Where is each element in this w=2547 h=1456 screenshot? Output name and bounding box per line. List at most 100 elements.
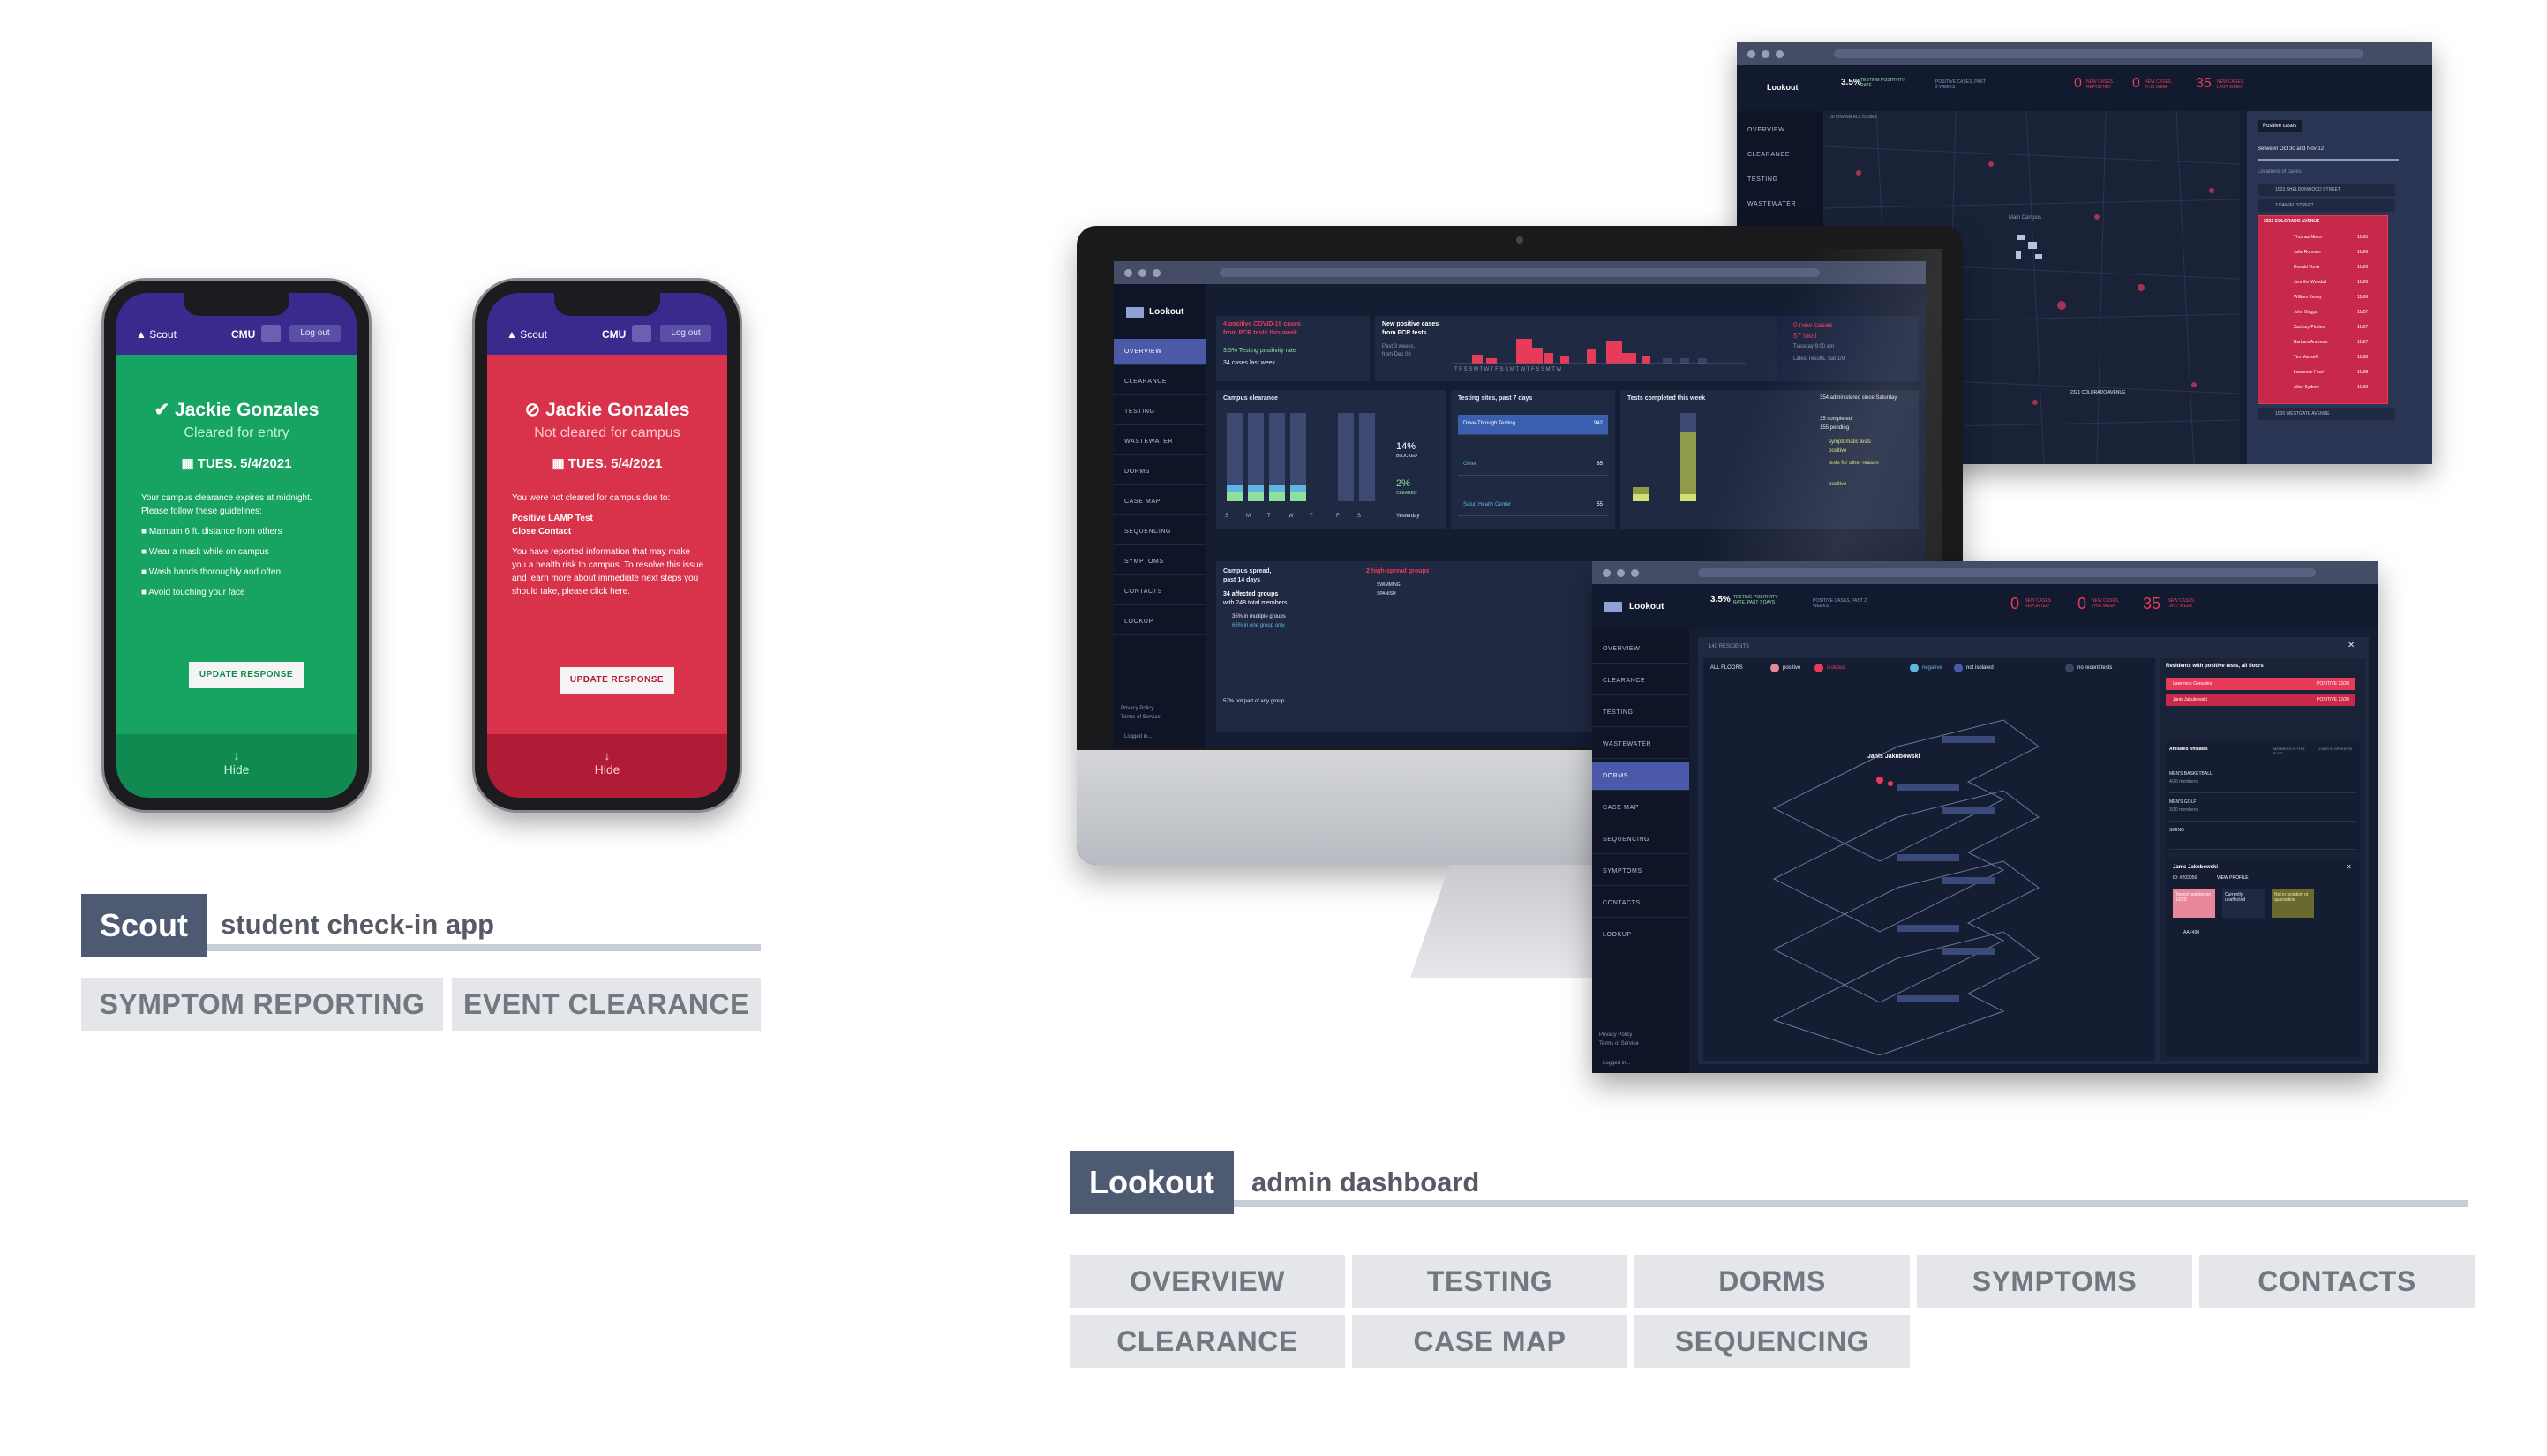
- card-headline: 4 positive COVID-19 cases: [1223, 321, 1301, 327]
- site-row[interactable]: Other 85: [1458, 455, 1608, 476]
- case-person-date: 11/07: [2357, 340, 2369, 345]
- nav-wastewater[interactable]: WASTEWATER: [1114, 429, 1206, 455]
- affiliation-row[interactable]: SKIING: [2169, 824, 2356, 850]
- nav-lookup[interactable]: LOOKUP: [1114, 609, 1206, 635]
- address-bar[interactable]: [1834, 49, 2363, 58]
- close-icon[interactable]: ✕: [2348, 641, 2355, 650]
- case-person-name: Lawrence Fowl: [2294, 370, 2324, 375]
- isometric-floors[interactable]: [1739, 685, 2127, 1055]
- case-person-row[interactable]: Barbara Andrews 11/07: [2258, 335, 2387, 349]
- avatar-icon[interactable]: [632, 325, 651, 342]
- hide-bar[interactable]: ↓ Hide: [487, 734, 727, 798]
- hide-button[interactable]: ↓ Hide: [116, 748, 357, 777]
- legend-item: symptomatic tests: [1829, 439, 1872, 445]
- new-cases-chart-card: New positive cases from PCR tests Past 3…: [1375, 316, 1777, 381]
- address-bar[interactable]: [1220, 268, 1820, 277]
- total-cases: 57 total: [1793, 332, 1817, 340]
- counter-label: NEW CASES REPORTED: [2025, 598, 2052, 609]
- nav-sequencing[interactable]: SEQUENCING: [1114, 519, 1206, 545]
- nav-contacts[interactable]: CONTACTS: [1592, 889, 1689, 918]
- logout-button[interactable]: Log out: [289, 325, 341, 342]
- high-spread-group[interactable]: SPANISH: [1377, 591, 1396, 597]
- logout-button[interactable]: Log out: [660, 325, 711, 342]
- close-icon[interactable]: ✕: [2346, 863, 2352, 871]
- case-person-row[interactable]: Thomas Nixon 11/05: [2258, 230, 2387, 244]
- case-person-row[interactable]: Lawrence Fowl 11/08: [2258, 365, 2387, 379]
- map-label: 2321 COLORADO AVENUE: [2070, 390, 2126, 395]
- location-item[interactable]: 2 DAMIEL STREET: [2258, 199, 2395, 212]
- nav-lookup[interactable]: LOOKUP: [1592, 921, 1689, 949]
- panel-title: Campus spread,: [1223, 568, 1272, 574]
- nav-testing[interactable]: TESTING: [1737, 171, 1823, 188]
- positive-resident-row[interactable]: Janis Jakubowski POSITIVE 12/20: [2166, 694, 2355, 706]
- case-person-row[interactable]: John Briggs 11/07: [2258, 305, 2387, 319]
- terms-link[interactable]: Terms of Service: [1121, 715, 1161, 720]
- camera-dot: [1516, 236, 1523, 244]
- view-profile-link[interactable]: VIEW PROFILE: [2217, 875, 2249, 881]
- case-person-row[interactable]: Jennifer Woodall 11/06: [2258, 275, 2387, 289]
- case-person-row[interactable]: Tim Mansell 11/08: [2258, 350, 2387, 364]
- scout-title: Scout: [81, 894, 207, 957]
- case-person-row[interactable]: Donald Vonix 11/06: [2258, 260, 2387, 274]
- nav-clearance[interactable]: CLEARANCE: [1737, 146, 1823, 163]
- nav-clearance[interactable]: CLEARANCE: [1592, 667, 1689, 695]
- case-person-row[interactable]: Julie Rohman 11/06: [2258, 245, 2387, 259]
- location-item[interactable]: 1003 SHELDONWOOD STREET: [2258, 184, 2395, 196]
- update-response-button[interactable]: UPDATE RESPONSE: [560, 667, 674, 694]
- nav-dorms[interactable]: DORMS: [1592, 762, 1689, 791]
- privacy-link[interactable]: Privacy Policy: [1121, 706, 1153, 711]
- nav-sequencing[interactable]: SEQUENCING: [1592, 826, 1689, 854]
- counter-label: NEW CASES REPORTED: [2086, 79, 2114, 90]
- range-slider[interactable]: [2258, 159, 2399, 161]
- nav-symptoms[interactable]: SYMPTOMS: [1592, 858, 1689, 886]
- case-person-row[interactable]: Allen Sydney 11/09: [2258, 380, 2387, 394]
- nav-testing[interactable]: TESTING: [1592, 699, 1689, 727]
- completed-bar-chart: [1633, 413, 1696, 501]
- nav-clearance[interactable]: CLEARANCE: [1114, 369, 1206, 395]
- testing-sites-panel: Testing sites, past 7 days Drive-Through…: [1451, 390, 1615, 529]
- positive-resident-row[interactable]: Lawrence Gonzales POSITIVE 12/20: [2166, 678, 2355, 690]
- affiliation-row[interactable]: MEN'S GOLF 3/10 members: [2169, 796, 2356, 822]
- nav-dorms[interactable]: DORMS: [1114, 459, 1206, 485]
- case-person-row[interactable]: Zachary Pirates 11/07: [2258, 320, 2387, 334]
- location-expanded[interactable]: 2321 COLORADO AVENUE Thomas Nixon 11/05 Ju…: [2258, 215, 2388, 404]
- nav-overview[interactable]: OVERVIEW: [1737, 122, 1823, 139]
- chip-symptom-reporting: SYMPTOM REPORTING: [81, 978, 443, 1031]
- day-label: T: [1267, 514, 1271, 519]
- nav-case-map[interactable]: CASE MAP: [1114, 489, 1206, 515]
- case-person-date: 11/07: [2357, 325, 2369, 330]
- hide-bar[interactable]: ↓ Hide: [116, 734, 357, 798]
- positive-cases-label: POSITIVE CASES, PAST 2 WEEKS: [1813, 598, 1867, 609]
- legend-item[interactable]: ALL FLOORS: [1710, 665, 1743, 671]
- site-row[interactable]: Drive-Through Testing 942: [1458, 415, 1608, 435]
- day-label: F: [1336, 514, 1340, 519]
- avatar-icon[interactable]: [261, 325, 281, 342]
- affiliation-row[interactable]: MEN'S BASKETBALL 4/26 members: [2169, 768, 2356, 793]
- nav-wastewater[interactable]: WASTEWATER: [1737, 196, 1823, 213]
- update-response-button[interactable]: UPDATE RESPONSE: [189, 662, 304, 688]
- nav-wastewater[interactable]: WASTEWATER: [1592, 731, 1689, 759]
- nav-overview[interactable]: OVERVIEW: [1114, 339, 1206, 365]
- high-spread-group[interactable]: SWIMMING: [1377, 582, 1401, 588]
- clearance-status: Cleared for entry: [184, 425, 289, 440]
- nav-symptoms[interactable]: SYMPTOMS: [1114, 549, 1206, 575]
- scout-phone-not-cleared: ▲ Scout CMU Log out ⊘ Jackie Gonzales No…: [475, 281, 740, 810]
- legend-dot: [1910, 664, 1919, 672]
- privacy-link[interactable]: Privacy Policy: [1599, 1032, 1632, 1038]
- guideline-item: ■ Avoid touching your face: [141, 588, 245, 597]
- terms-link[interactable]: Terms of Service: [1599, 1041, 1639, 1047]
- nav-contacts[interactable]: CONTACTS: [1114, 579, 1206, 605]
- reason-explanation: You have reported information that may m…: [512, 547, 704, 597]
- hide-button[interactable]: ↓ Hide: [487, 748, 727, 777]
- positivity-rate: 3.5%: [1710, 595, 1731, 604]
- nav-testing[interactable]: TESTING: [1114, 399, 1206, 425]
- chip-sequencing: SEQUENCING: [1634, 1315, 1910, 1368]
- nav-overview[interactable]: OVERVIEW: [1592, 635, 1689, 664]
- case-person-row[interactable]: William Kenny 11/06: [2258, 290, 2387, 304]
- case-person-name: Tim Mansell: [2294, 355, 2318, 360]
- positive-cases-button[interactable]: Positive cases: [2258, 120, 2303, 132]
- location-item[interactable]: 1005 WESTGATE AVENUE: [2258, 408, 2395, 420]
- nav-case-map[interactable]: CASE MAP: [1592, 794, 1689, 822]
- site-row[interactable]: Salud Health Center 55: [1458, 496, 1608, 516]
- address-bar[interactable]: [1698, 568, 2316, 577]
